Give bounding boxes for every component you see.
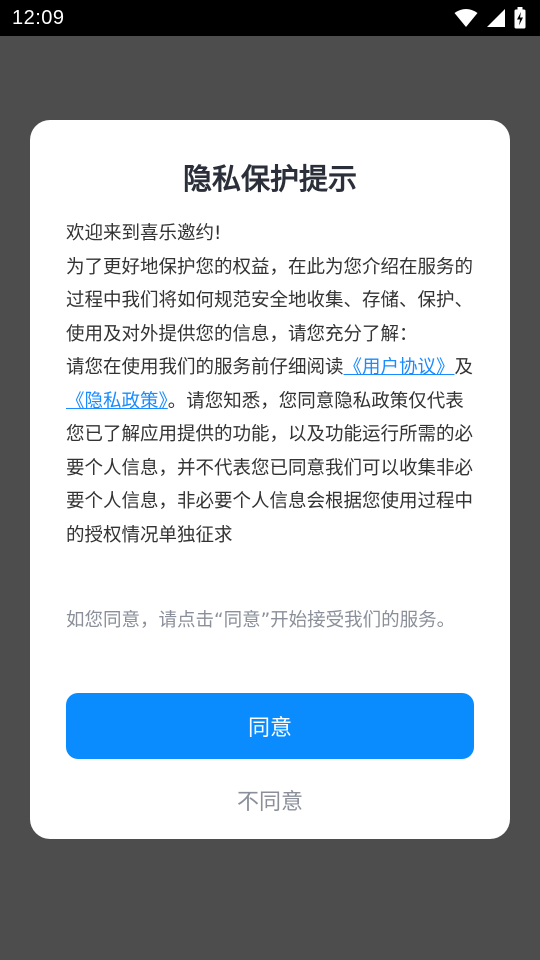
battery-charging-icon [514,7,526,29]
dialog-title: 隐私保护提示 [182,162,357,196]
privacy-policy-link[interactable]: 《隐私政策》 [66,391,168,412]
user-agreement-link[interactable]: 《用户协议》 [344,357,455,378]
status-bar: 12:09 [0,0,540,36]
status-icons [454,7,526,29]
signal-icon [486,8,506,28]
privacy-dialog: 隐私保护提示 欢迎来到喜乐邀约! 为了更好地保护您的权益，在此为您介绍在服务的过… [30,120,510,839]
and-text: 及 [454,357,474,378]
agreement-suffix: 。请您知悉，您同意隐私政策仅代表您已了解应用提供的功能，以及功能运行所需的必要个… [66,390,474,546]
agreement-prefix: 请您在使用我们的服务前仔细阅读 [66,357,344,378]
disagree-button[interactable]: 不同意 [66,776,474,824]
consent-note: 如您同意，请点击“同意”开始接受我们的服务。 [66,610,456,631]
wifi-icon [454,8,478,28]
greeting-text: 欢迎来到喜乐邀约! [66,223,222,244]
status-time: 12:09 [12,6,65,29]
agree-button[interactable]: 同意 [66,693,474,759]
intro-paragraph: 为了更好地保护您的权益，在此为您介绍在服务的过程中我们将如何规范安全地收集、存储… [66,256,474,345]
privacy-content[interactable]: 欢迎来到喜乐邀约! 为了更好地保护您的权益，在此为您介绍在服务的过程中我们将如何… [66,217,476,579]
agreement-paragraph: 请您在使用我们的服务前仔细阅读《用户协议》及《隐私政策》。请您知悉，您同意隐私政… [66,351,476,552]
